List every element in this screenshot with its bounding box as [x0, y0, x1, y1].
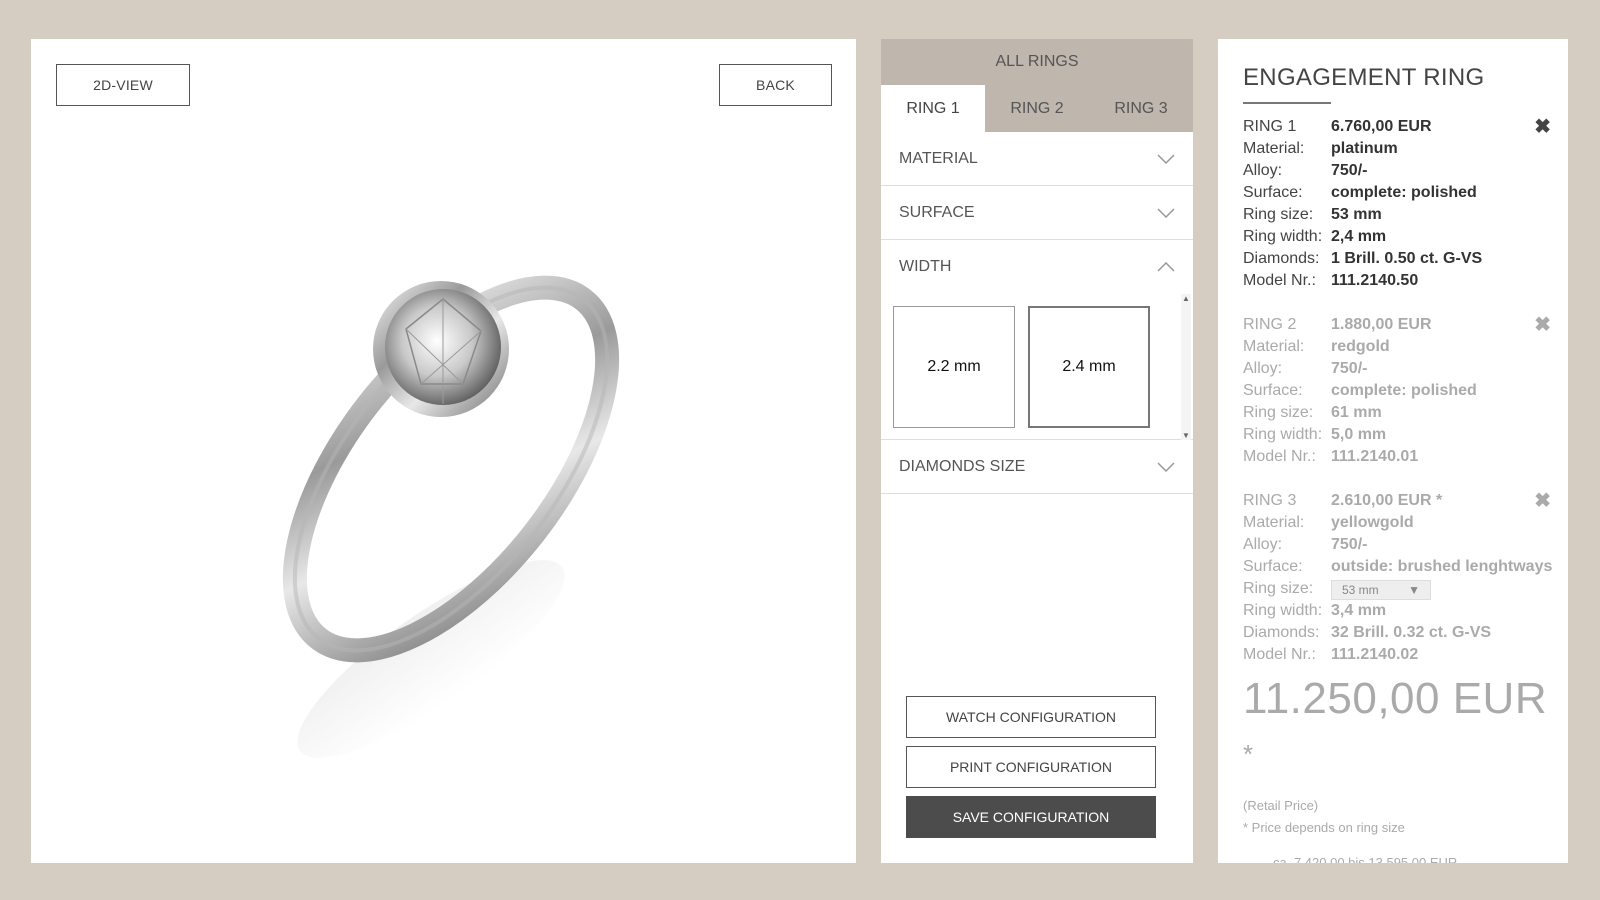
- model-value: 111.2140.02: [1331, 646, 1419, 663]
- ring-2-summary: ✖ RING 2 1.880,00 EUR Material: redgold Al…: [1243, 314, 1553, 468]
- tab-ring-1[interactable]: RING 1: [881, 85, 985, 132]
- ring-size-label: Ring size:: [1243, 206, 1314, 223]
- total-price: 11.250,00 EUR: [1243, 674, 1548, 723]
- section-material[interactable]: MATERIAL: [881, 132, 1193, 186]
- ring-viewer[interactable]: 2D-VIEW BACK: [31, 39, 856, 863]
- material-value: platinum: [1331, 140, 1398, 157]
- ring-name: RING 2: [1243, 316, 1297, 333]
- diamonds-label: Diamonds:: [1243, 624, 1320, 641]
- surface-label: Surface:: [1243, 558, 1303, 575]
- chevron-down-icon: [1157, 207, 1175, 218]
- ring-size-label: Ring size:: [1243, 404, 1314, 421]
- alloy-value: 750/-: [1331, 360, 1368, 377]
- material-label: Material:: [1243, 338, 1305, 355]
- section-width[interactable]: WIDTH: [881, 240, 1193, 294]
- section-diamonds-label: DIAMONDS SIZE: [899, 457, 1026, 475]
- retail-price-note: (Retail Price): [1243, 798, 1319, 813]
- ring-size-selected: 53 mm: [1342, 583, 1379, 597]
- close-icon[interactable]: ✖: [1534, 116, 1551, 138]
- ring-price: 6.760,00 EUR: [1331, 118, 1432, 135]
- ring-size-label: Ring size:: [1243, 580, 1314, 597]
- alloy-label: Alloy:: [1243, 360, 1283, 377]
- alloy-value: 750/-: [1331, 536, 1368, 553]
- material-value: redgold: [1331, 338, 1390, 355]
- ring-size-value: 53 mm: [1331, 206, 1382, 223]
- tab-ring-3[interactable]: RING 3: [1089, 85, 1193, 132]
- ring-1-summary: ✖ RING 1 6.760,00 EUR Material: platinum A…: [1243, 116, 1553, 292]
- model-label: Model Nr.:: [1243, 272, 1316, 289]
- material-label: Material:: [1243, 514, 1305, 531]
- price-depends-note: * Price depends on ring size: [1243, 820, 1405, 835]
- scroll-down-icon[interactable]: ▼: [1182, 431, 1190, 440]
- diamonds-value: 32 Brill. 0.32 ct. G-VS: [1331, 624, 1492, 641]
- diamonds-label: Diamonds:: [1243, 250, 1320, 267]
- ring-name: RING 1: [1243, 118, 1297, 135]
- ring-price: 1.880,00 EUR: [1331, 316, 1432, 333]
- summary-panel: ENGAGEMENT RING ✖ RING 1 6.760,00 EUR Mat…: [1218, 39, 1568, 863]
- alloy-label: Alloy:: [1243, 162, 1283, 179]
- alloy-value: 750/-: [1331, 162, 1368, 179]
- price-range-note: ca. 7.420,00 bis 13.595,00 EUR: [1273, 855, 1458, 863]
- ring-name: RING 3: [1243, 492, 1297, 509]
- ring-width-label: Ring width:: [1243, 602, 1323, 619]
- back-button[interactable]: BACK: [719, 64, 832, 106]
- ring-width-label: Ring width:: [1243, 228, 1323, 245]
- ring-price: 2.610,00 EUR *: [1331, 492, 1443, 509]
- width-options: 2.2 mm 2.4 mm ▲ ▼: [881, 294, 1193, 440]
- ring-image[interactable]: [231, 239, 671, 759]
- section-width-label: WIDTH: [899, 258, 952, 275]
- section-surface[interactable]: SURFACE: [881, 186, 1193, 240]
- section-surface-label: SURFACE: [899, 203, 975, 221]
- diamonds-value: 1 Brill. 0.50 ct. G-VS: [1331, 250, 1483, 267]
- ring-width-value: 5,0 mm: [1331, 426, 1387, 443]
- ring-size-select[interactable]: 53 mm ▼: [1331, 580, 1431, 600]
- material-label: Material:: [1243, 140, 1305, 157]
- asterisk-mark: *: [1243, 739, 1254, 769]
- surface-label: Surface:: [1243, 184, 1303, 201]
- material-value: yellowgold: [1331, 514, 1414, 531]
- all-rings-tab[interactable]: ALL RINGS: [881, 39, 1193, 85]
- section-diamonds-size[interactable]: DIAMONDS SIZE: [881, 440, 1193, 494]
- ring-width-value: 3,4 mm: [1331, 602, 1387, 619]
- chevron-up-icon: [1157, 262, 1175, 272]
- surface-value: outside: brushed lenghtways: [1331, 558, 1553, 575]
- model-value: 111.2140.50: [1331, 272, 1419, 289]
- chevron-down-icon: [1157, 153, 1175, 164]
- ring-width-value: 2,4 mm: [1331, 228, 1387, 245]
- alloy-label: Alloy:: [1243, 536, 1283, 553]
- width-option-2-2[interactable]: 2.2 mm: [893, 306, 1015, 428]
- surface-value: complete: polished: [1331, 184, 1477, 201]
- scroll-up-icon[interactable]: ▲: [1182, 294, 1190, 303]
- model-label: Model Nr.:: [1243, 646, 1316, 663]
- watch-configuration-button[interactable]: WATCH CONFIGURATION: [906, 696, 1156, 738]
- save-configuration-button[interactable]: SAVE CONFIGURATION: [906, 796, 1156, 838]
- ring-3-summary: ✖ RING 3 2.610,00 EUR * Material: yellowgo…: [1243, 490, 1553, 666]
- configuration-panel: ALL RINGS RING 1 RING 2 RING 3 MATERIAL …: [881, 39, 1193, 863]
- summary-title: ENGAGEMENT RING: [1243, 64, 1485, 91]
- close-icon[interactable]: ✖: [1534, 314, 1551, 336]
- model-label: Model Nr.:: [1243, 448, 1316, 465]
- section-material-label: MATERIAL: [899, 149, 978, 167]
- surface-label: Surface:: [1243, 382, 1303, 399]
- view-2d-button[interactable]: 2D-VIEW: [56, 64, 190, 106]
- ring-width-label: Ring width:: [1243, 426, 1323, 443]
- surface-value: complete: polished: [1331, 382, 1477, 399]
- model-value: 111.2140.01: [1331, 448, 1419, 465]
- print-configuration-button[interactable]: PRINT CONFIGURATION: [906, 746, 1156, 788]
- ring-size-value: 61 mm: [1331, 404, 1382, 421]
- width-scrollbar[interactable]: ▲ ▼: [1181, 294, 1191, 440]
- title-underline: [1243, 102, 1331, 104]
- chevron-down-icon: [1157, 461, 1175, 472]
- tab-ring-2[interactable]: RING 2: [985, 85, 1089, 132]
- width-option-2-4[interactable]: 2.4 mm: [1028, 306, 1150, 428]
- close-icon[interactable]: ✖: [1534, 490, 1551, 512]
- ring-tabs: RING 1 RING 2 RING 3: [881, 85, 1193, 132]
- dropdown-arrow-icon: ▼: [1408, 583, 1420, 597]
